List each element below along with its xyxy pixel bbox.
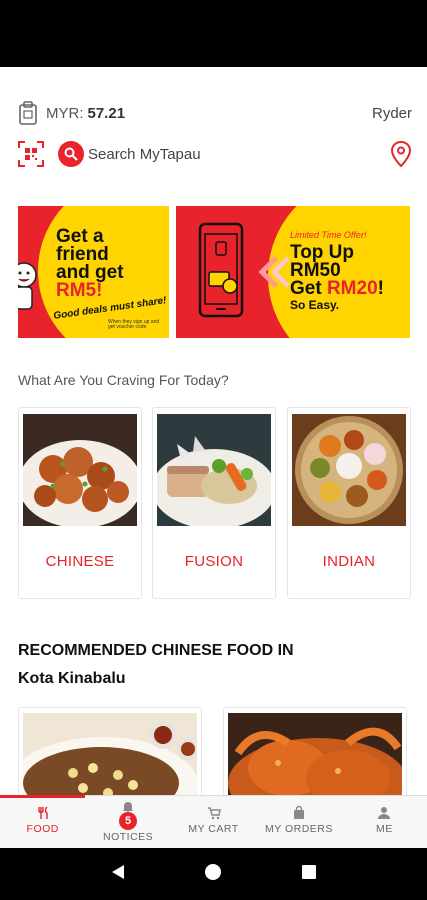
search-label: Search MyTapau xyxy=(88,145,201,163)
android-nav-bar xyxy=(0,848,427,900)
category-label: INDIAN xyxy=(322,553,376,570)
topup-tagline: So Easy. xyxy=(290,298,340,312)
referral-title: Get a friend and get RM5! xyxy=(56,226,124,301)
topup-banner[interactable]: Limited Time Offer! Top Up RM50 Get RM20… xyxy=(176,206,410,338)
recommended-title: RECOMMENDED CHINESE FOOD IN Kota Kinabal… xyxy=(18,642,294,687)
crab-photo xyxy=(228,713,402,806)
wallet-row: MYR: 57.21 Ryder xyxy=(18,99,412,127)
nav-label: MY CART xyxy=(188,823,239,835)
recents-icon[interactable] xyxy=(300,863,318,886)
category-card-chinese[interactable]: CHINESE xyxy=(18,407,142,599)
category-card-fusion[interactable]: FUSION xyxy=(152,407,276,599)
bottom-nav: FOOD 5 NOTICES MY CART MY ORDERS ME xyxy=(0,795,427,848)
nav-label: ME xyxy=(375,823,393,835)
status-bar xyxy=(0,0,427,67)
topup-title: Top Up RM50 Get RM20! xyxy=(290,242,384,299)
mascot-icon xyxy=(18,262,37,310)
recommended-item-card[interactable] xyxy=(18,707,202,807)
qr-scan-icon[interactable] xyxy=(18,141,44,167)
category-label: CHINESE xyxy=(45,553,115,570)
category-card-indian[interactable]: INDIAN xyxy=(287,407,411,599)
wallet-icon xyxy=(19,101,37,125)
referral-fine-print: When they sign up and get voucher code xyxy=(108,319,160,330)
cart-icon xyxy=(207,807,221,820)
chevron-left-icon xyxy=(258,256,290,288)
fusion-food-photo xyxy=(157,414,271,526)
username[interactable]: Ryder xyxy=(372,105,412,122)
nav-food[interactable]: FOOD xyxy=(0,795,86,848)
nav-label: MY ORDERS xyxy=(264,823,333,835)
nav-my-orders[interactable]: MY ORDERS xyxy=(256,796,341,848)
cutlery-icon xyxy=(38,806,48,819)
nav-my-cart[interactable]: MY CART xyxy=(171,796,256,848)
bag-icon xyxy=(293,806,304,819)
category-label: FUSION xyxy=(184,553,244,570)
noodles-photo xyxy=(23,713,197,806)
topup-limited-offer: Limited Time Offer! xyxy=(290,230,367,240)
search-button[interactable]: Search MyTapau xyxy=(58,141,201,167)
search-row: Search MyTapau xyxy=(18,139,412,169)
currency-label: MYR: xyxy=(46,104,84,122)
search-icon xyxy=(58,141,84,167)
person-icon xyxy=(378,807,391,819)
nav-label: FOOD xyxy=(26,823,59,835)
craving-heading: What Are You Craving For Today? xyxy=(18,372,229,388)
indian-food-photo xyxy=(292,414,406,526)
wallet-balance[interactable]: 57.21 xyxy=(88,105,126,122)
back-icon[interactable] xyxy=(109,863,127,886)
location-pin-icon[interactable] xyxy=(390,141,412,167)
notification-badge: 5 xyxy=(119,812,138,830)
chinese-food-photo xyxy=(23,414,137,526)
nav-label: NOTICES xyxy=(103,831,154,843)
recommended-item-card[interactable] xyxy=(223,707,407,807)
nav-notices[interactable]: 5 NOTICES xyxy=(85,796,170,848)
referral-banner[interactable]: Get a friend and get RM5! Good deals mus… xyxy=(18,206,169,338)
phone-icon xyxy=(198,222,244,318)
app-screen: MYR: 57.21 Ryder Search MyTapau Get a fr… xyxy=(0,67,427,848)
nav-me[interactable]: ME xyxy=(342,796,427,848)
home-icon[interactable] xyxy=(204,863,222,886)
